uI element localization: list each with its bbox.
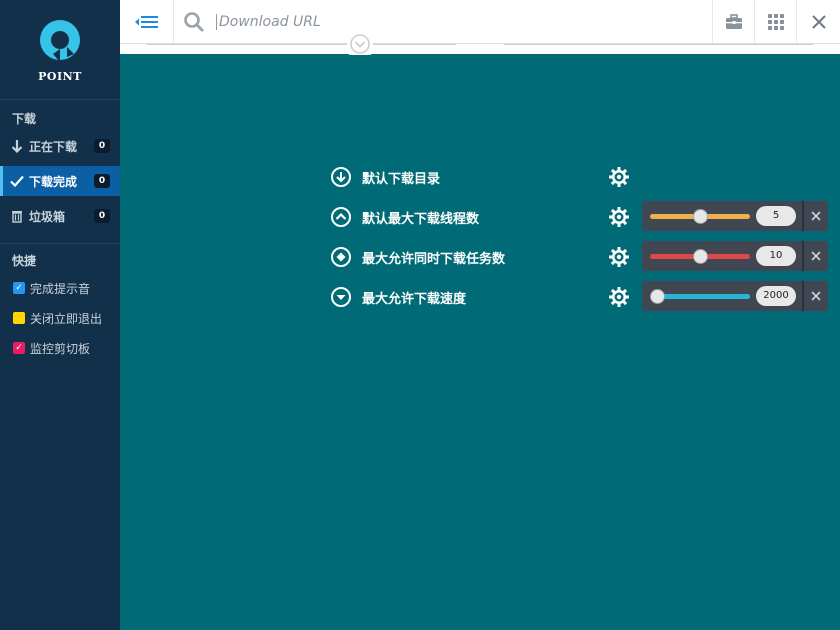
threads-control: 5 xyxy=(642,201,828,231)
speed-value[interactable]: 2000 xyxy=(756,286,796,306)
toggle-sidebar-button[interactable] xyxy=(120,0,174,43)
setting-row-download-dir: 默认下载目录 xyxy=(330,157,830,197)
threads-slider[interactable] xyxy=(650,208,750,224)
close-button[interactable] xyxy=(796,0,840,43)
toolbox-icon xyxy=(725,13,742,29)
gear-icon[interactable] xyxy=(608,166,630,188)
quick-item-sound[interactable]: ✓ 完成提示音 xyxy=(0,273,120,303)
arrow-down-icon xyxy=(10,139,24,153)
close-icon xyxy=(811,291,821,301)
count-badge: 0 xyxy=(94,209,110,223)
quick-item-label: 关闭立即退出 xyxy=(30,311,103,326)
speed-slider[interactable] xyxy=(650,288,750,304)
expand-toolbar-button[interactable] xyxy=(347,33,373,55)
tasks-control: 10 xyxy=(642,241,828,271)
threads-value[interactable]: 5 xyxy=(756,206,796,226)
setting-label: 默认下载目录 xyxy=(362,171,441,187)
download-section-title: 下载 xyxy=(12,112,37,126)
app-logo: POINT xyxy=(0,0,120,100)
quick-item-label: 完成提示音 xyxy=(30,281,91,296)
sidebar-item-trash[interactable]: 垃圾箱 0 xyxy=(0,201,120,231)
tasks-value[interactable]: 10 xyxy=(756,246,796,266)
quick-section-title: 快捷 xyxy=(12,254,37,268)
checkbox-unchecked[interactable] xyxy=(13,312,25,324)
settings-panel: 默认下载目录 默认最大下载线程数 5 最大允许同时下载任务数 10 最大允许下载… xyxy=(330,157,830,317)
check-icon xyxy=(10,174,24,188)
setting-row-max-threads: 默认最大下载线程数 5 xyxy=(330,197,830,237)
sidebar: POINT 下载 正在下载 0 下载完成 0 垃圾箱 0 快捷 ✓ 完成提示音 … xyxy=(0,0,120,630)
reset-speed-button[interactable] xyxy=(802,281,828,311)
sidebar-item-downloading[interactable]: 正在下载 0 xyxy=(0,131,120,161)
download-url-input[interactable] xyxy=(216,13,712,30)
gear-icon[interactable] xyxy=(608,286,630,308)
quick-item-label: 监控剪切板 xyxy=(30,341,91,356)
tasks-slider[interactable] xyxy=(650,248,750,264)
setting-row-max-tasks: 最大允许同时下载任务数 10 xyxy=(330,237,830,277)
close-icon xyxy=(811,14,826,29)
menu-collapse-icon xyxy=(134,15,158,28)
apps-grid-button[interactable] xyxy=(754,0,796,43)
search-icon xyxy=(174,11,214,33)
checkbox-checked[interactable]: ✓ xyxy=(13,282,25,294)
quick-item-clipboard[interactable]: ✓ 监控剪切板 xyxy=(0,333,120,363)
chevron-up-circle-icon xyxy=(331,207,351,227)
reset-tasks-button[interactable] xyxy=(802,241,828,271)
sidebar-item-completed[interactable]: 下载完成 0 xyxy=(0,166,120,196)
sidebar-item-label: 正在下载 xyxy=(29,139,78,154)
point-logo-icon xyxy=(40,20,80,62)
grid-icon xyxy=(767,13,784,30)
chevron-down-circle-icon xyxy=(350,34,370,54)
count-badge: 0 xyxy=(94,139,110,153)
quick-item-exit[interactable]: 关闭立即退出 xyxy=(0,303,120,333)
chevron-down-circle-icon xyxy=(331,287,351,307)
reset-threads-button[interactable] xyxy=(802,201,828,231)
setting-label: 默认最大下载线程数 xyxy=(362,211,480,227)
trash-icon xyxy=(10,209,24,223)
logo-text: POINT xyxy=(38,70,82,83)
setting-label: 最大允许同时下载任务数 xyxy=(362,251,506,267)
count-badge: 0 xyxy=(94,174,110,188)
slider-thumb[interactable] xyxy=(692,248,708,264)
top-toolbar xyxy=(120,0,840,44)
setting-row-max-speed: 最大允许下载速度 2000 xyxy=(330,277,830,317)
checkbox-checked[interactable]: ✓ xyxy=(13,342,25,354)
diamond-circle-icon xyxy=(331,247,351,267)
toolbox-button[interactable] xyxy=(712,0,754,43)
gear-icon[interactable] xyxy=(608,206,630,228)
arrow-down-circle-icon xyxy=(331,167,351,187)
setting-label: 最大允许下载速度 xyxy=(362,291,467,307)
sidebar-item-label: 垃圾箱 xyxy=(29,209,66,224)
search-bar xyxy=(174,0,712,43)
sidebar-item-label: 下载完成 xyxy=(29,174,78,189)
slider-thumb[interactable] xyxy=(692,208,708,224)
divider xyxy=(504,44,814,45)
slider-thumb[interactable] xyxy=(650,288,665,304)
toolbar-expander-strip xyxy=(120,44,840,54)
gear-icon[interactable] xyxy=(608,246,630,268)
speed-control: 2000 xyxy=(642,281,828,311)
close-icon xyxy=(811,211,821,221)
close-icon xyxy=(811,251,821,261)
divider xyxy=(146,44,456,45)
